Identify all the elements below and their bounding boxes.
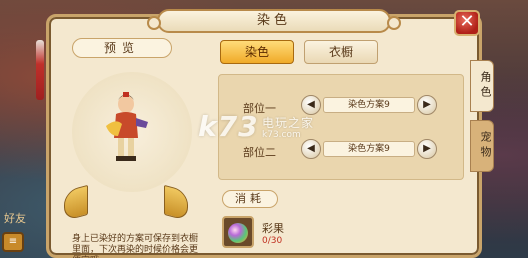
rotate-right-icon[interactable]: [164, 184, 188, 222]
item-name: 彩果: [262, 222, 284, 235]
dialog-title: 染色: [147, 9, 401, 33]
consume-label: 消耗: [222, 190, 278, 208]
close-icon: ✕: [459, 11, 475, 32]
close-button[interactable]: ✕: [454, 10, 480, 36]
preview-description: 身上已染好的方案可保存到衣橱里面，下次再染的时候价格会更便宜哦: [72, 234, 199, 258]
character-avatar: [106, 92, 148, 161]
tab-dye[interactable]: 染色: [220, 40, 294, 64]
watermark-site-name: 电玩之家: [262, 116, 315, 130]
preview-label: 预览: [72, 38, 172, 58]
tab-wardrobe[interactable]: 衣橱: [304, 40, 378, 64]
friends-label: 好友: [4, 212, 26, 225]
rotate-left-icon[interactable]: [64, 184, 88, 222]
watermark-url: k73.com: [262, 130, 301, 140]
watermark-logo: k73: [198, 110, 259, 143]
next-scheme-button[interactable]: ▶: [417, 95, 437, 115]
preview-panel: 预览 身上已染好的方案可保存到衣橱里面，下次再染的时候价格会更便宜哦: [58, 38, 208, 258]
side-tab-character[interactable]: 角色: [470, 60, 494, 112]
site-watermark: k73 电玩之家 k73.com: [198, 110, 358, 146]
fruit-item-icon[interactable]: [222, 216, 254, 248]
lantern-decoration: [36, 40, 44, 100]
slot-label: 部位二: [243, 146, 276, 159]
side-tab-pet[interactable]: 宠物: [470, 120, 494, 172]
item-count: 0/30: [262, 236, 283, 246]
next-scheme-button[interactable]: ▶: [417, 139, 437, 159]
chat-icon[interactable]: ≡: [2, 232, 24, 252]
